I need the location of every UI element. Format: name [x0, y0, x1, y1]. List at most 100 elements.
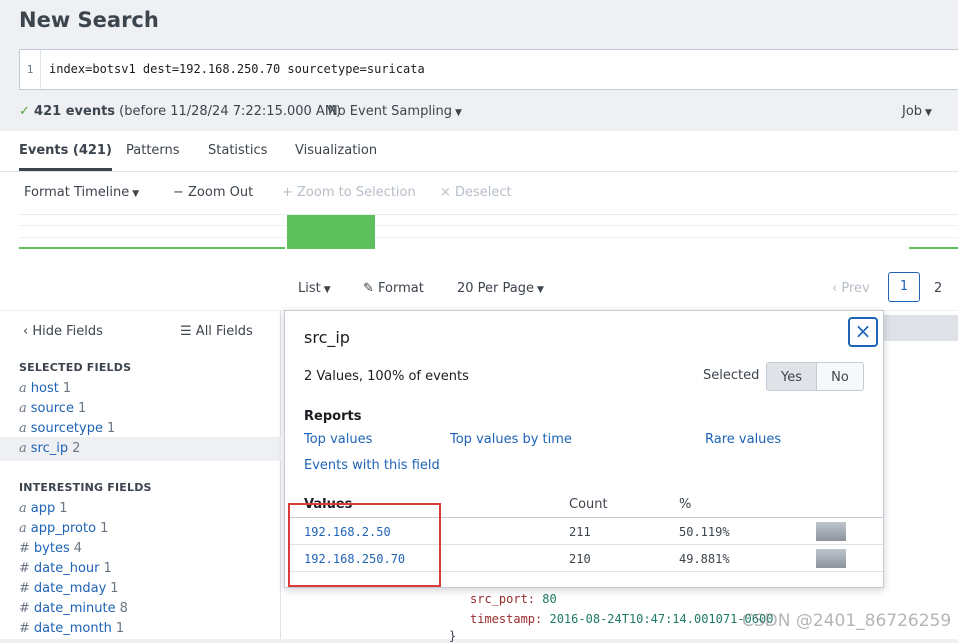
- event-field-src-port: src_port: 80: [470, 592, 557, 606]
- percent-column-header: %: [679, 497, 692, 512]
- sampling-dropdown[interactable]: No Event Sampling ▼: [328, 104, 462, 119]
- event-value: 80: [542, 592, 557, 606]
- event-key: src_port: [470, 592, 528, 606]
- event-brace: }: [449, 629, 457, 643]
- selected-fields-header: SELECTED FIELDS: [19, 361, 132, 374]
- hide-fields-button[interactable]: ‹ Hide Fields: [23, 324, 103, 339]
- field-name: date_month: [33, 621, 112, 636]
- field-name: app_proto: [30, 521, 97, 536]
- events-header-strip: [881, 315, 958, 341]
- field-name: source: [30, 401, 74, 416]
- event-key: timestamp: [470, 612, 536, 626]
- field-date-month[interactable]: # date_month 1: [19, 621, 124, 636]
- tab-patterns[interactable]: Patterns: [126, 143, 180, 158]
- field-count: 1: [100, 521, 109, 536]
- list-label: List: [298, 281, 321, 296]
- close-icon[interactable]: ×: [848, 317, 878, 347]
- timeline-bar[interactable]: [287, 215, 375, 249]
- field-date-mday[interactable]: # date_mday 1: [19, 581, 119, 596]
- no-button[interactable]: No: [816, 362, 864, 391]
- per-page-dropdown[interactable]: 20 Per Page ▼: [457, 281, 544, 296]
- page-title: New Search: [19, 8, 159, 32]
- per-page-label: 20 Per Page: [457, 281, 534, 296]
- value-bar: [816, 549, 846, 568]
- field-type-icon: #: [19, 621, 30, 636]
- timeline-chart[interactable]: [19, 214, 958, 249]
- value-count: 210: [569, 552, 591, 566]
- format-timeline-dropdown[interactable]: Format Timeline ▼: [24, 185, 139, 200]
- rare-values-link[interactable]: Rare values: [705, 432, 781, 447]
- tab-visualization[interactable]: Visualization: [295, 143, 377, 158]
- field-count: 1: [115, 621, 125, 636]
- field-app-proto[interactable]: a app_proto 1: [19, 521, 108, 536]
- page-2-button[interactable]: 2: [934, 281, 942, 296]
- top-values-link[interactable]: Top values: [304, 432, 372, 447]
- field-name: date_mday: [33, 581, 107, 596]
- tab-statistics[interactable]: Statistics: [208, 143, 267, 158]
- field-count: 8: [119, 601, 128, 616]
- check-icon: ✓: [19, 104, 30, 119]
- value-percent: 49.881%: [679, 552, 730, 566]
- count-column-header: Count: [569, 497, 608, 512]
- field-bytes[interactable]: # bytes 4: [19, 541, 82, 556]
- event-field-timestamp: timestamp: 2016-08-24T10:47:14.001071-06…: [470, 612, 774, 626]
- field-name: date_hour: [33, 561, 100, 576]
- job-label: Job: [902, 104, 923, 119]
- field-name: bytes: [33, 541, 70, 556]
- field-type-icon: a: [19, 501, 27, 516]
- field-count: 1: [77, 401, 87, 416]
- field-name: sourcetype: [30, 421, 103, 436]
- field-count: 1: [106, 421, 116, 436]
- search-bar[interactable]: 1 index=botsv1 dest=192.168.250.70 sourc…: [19, 49, 958, 90]
- field-count: 1: [103, 561, 112, 576]
- tab-events[interactable]: Events (421): [19, 143, 112, 171]
- field-type-icon: a: [19, 381, 27, 396]
- deselect-button[interactable]: × Deselect: [440, 185, 512, 200]
- field-type-icon: #: [19, 561, 30, 576]
- caret-down-icon: ▼: [132, 189, 140, 199]
- value-percent: 50.119%: [679, 525, 730, 539]
- fields-sidebar: ‹ Hide Fields ☰ All Fields SELECTED FIEL…: [0, 311, 281, 639]
- all-fields-button[interactable]: ☰ All Fields: [180, 324, 253, 339]
- field-type-icon: a: [19, 401, 27, 416]
- field-sourcetype[interactable]: a sourcetype 1: [19, 421, 115, 436]
- events-with-field-link[interactable]: Events with this field: [304, 458, 440, 473]
- field-name: date_minute: [33, 601, 116, 616]
- page-1-button[interactable]: 1: [888, 272, 920, 302]
- watermark: CSDN @2401_86726259: [742, 611, 952, 631]
- zoom-to-selection-button[interactable]: + Zoom to Selection: [282, 185, 416, 200]
- job-dropdown[interactable]: Job ▼: [902, 104, 932, 119]
- list-dropdown[interactable]: List ▼: [298, 281, 331, 296]
- format-button[interactable]: ✎ Format: [363, 281, 424, 296]
- field-count: 1: [62, 381, 72, 396]
- field-source[interactable]: a source 1: [19, 401, 86, 416]
- field-host[interactable]: a host 1: [19, 381, 71, 396]
- prev-page-button[interactable]: ‹ Prev: [832, 281, 870, 296]
- field-type-icon: #: [19, 541, 30, 556]
- pencil-icon: ✎: [363, 281, 374, 296]
- line-number: 1: [20, 50, 41, 89]
- field-src-ip[interactable]: a src_ip 2: [19, 441, 80, 456]
- field-name: src_ip: [30, 441, 69, 456]
- search-query[interactable]: index=botsv1 dest=192.168.250.70 sourcet…: [49, 50, 425, 89]
- top-values-by-time-link[interactable]: Top values by time: [450, 432, 572, 447]
- yes-button[interactable]: Yes: [766, 362, 817, 391]
- value-count: 211: [569, 525, 591, 539]
- field-app[interactable]: a app 1: [19, 501, 68, 516]
- caret-down-icon: ▼: [925, 108, 932, 118]
- field-date-minute[interactable]: # date_minute 8: [19, 601, 128, 616]
- field-date-hour[interactable]: # date_hour 1: [19, 561, 112, 576]
- field-type-icon: a: [19, 441, 27, 456]
- caret-down-icon: ▼: [323, 285, 331, 295]
- sampling-label: No Event Sampling: [328, 104, 453, 119]
- popup-field-name: src_ip: [304, 328, 350, 347]
- selected-label: Selected: [703, 368, 760, 383]
- field-count: 2: [72, 441, 81, 456]
- field-type-icon: #: [19, 601, 30, 616]
- results-toolbar: List ▼ ✎ Format 20 Per Page ▼ ‹ Prev 1 2: [0, 270, 958, 310]
- field-name: app: [30, 501, 56, 516]
- field-count: 1: [59, 501, 68, 516]
- zoom-out-button[interactable]: − Zoom Out: [173, 185, 253, 200]
- caret-down-icon: ▼: [537, 285, 544, 295]
- caret-down-icon: ▼: [455, 108, 462, 118]
